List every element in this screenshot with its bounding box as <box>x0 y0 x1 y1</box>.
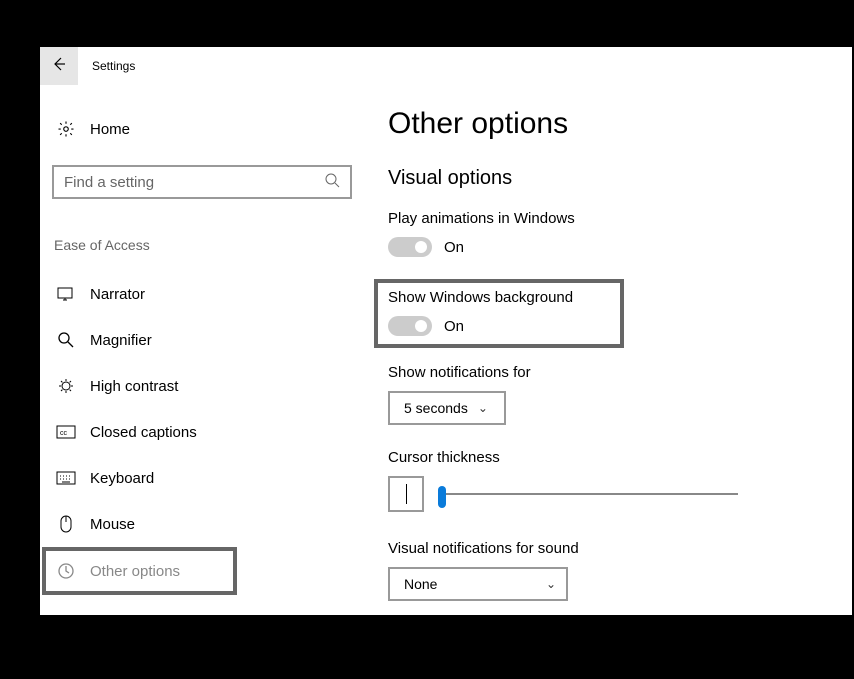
sidebar-item-label: Keyboard <box>90 470 154 487</box>
keyboard-icon <box>56 468 76 488</box>
cc-icon: cc <box>56 422 76 442</box>
mouse-icon <box>56 514 76 534</box>
search-field[interactable] <box>64 174 324 191</box>
sidebar-item-keyboard[interactable]: Keyboard <box>52 455 360 501</box>
sidebar-item-closed-captions[interactable]: cc Closed captions <box>52 409 360 455</box>
notifications-label: Show notifications for <box>388 364 832 381</box>
sidebar: Home Ease of Access Narrator <box>40 85 360 615</box>
chevron-down-icon: ⌄ <box>546 577 556 591</box>
back-button[interactable] <box>40 47 78 85</box>
section-title: Visual options <box>388 167 832 190</box>
category-label: Ease of Access <box>52 237 360 253</box>
sidebar-item-label: Other options <box>90 563 180 580</box>
visual-notifications-select[interactable]: None ⌄ <box>388 567 568 601</box>
play-animations-toggle[interactable] <box>388 237 432 257</box>
visual-notifications-label: Visual notifications for sound <box>388 540 832 557</box>
sidebar-item-high-contrast[interactable]: High contrast <box>52 363 360 409</box>
sidebar-item-label: Magnifier <box>90 332 152 349</box>
chevron-down-icon: ⌄ <box>478 401 488 415</box>
sidebar-item-label: Narrator <box>90 286 145 303</box>
home-label: Home <box>90 121 130 138</box>
back-arrow-icon <box>50 55 68 78</box>
other-options-icon <box>56 561 76 581</box>
search-icon <box>324 172 340 192</box>
show-background-label: Show Windows background <box>388 289 610 306</box>
page-title: Other options <box>388 107 832 141</box>
show-background-state: On <box>444 318 464 335</box>
play-animations-state: On <box>444 239 464 256</box>
sidebar-item-label: Closed captions <box>90 424 197 441</box>
narrator-icon <box>56 284 76 304</box>
sidebar-item-label: Mouse <box>90 516 135 533</box>
magnifier-icon <box>56 330 76 350</box>
sidebar-item-narrator[interactable]: Narrator <box>52 271 360 317</box>
show-background-toggle[interactable] <box>388 316 432 336</box>
svg-text:cc: cc <box>60 430 68 437</box>
cursor-preview <box>388 476 424 512</box>
home-button[interactable]: Home <box>52 119 360 139</box>
main-panel: Other options Visual options Play animat… <box>360 85 852 615</box>
window-title: Settings <box>78 59 135 73</box>
contrast-icon <box>56 376 76 396</box>
play-animations-label: Play animations in Windows <box>388 210 832 227</box>
content-area: Home Ease of Access Narrator <box>40 85 852 615</box>
sidebar-item-label: High contrast <box>90 378 178 395</box>
notifications-value: 5 seconds <box>404 400 468 416</box>
settings-window: Settings Home <box>40 47 852 615</box>
notifications-select[interactable]: 5 seconds ⌄ <box>388 391 506 425</box>
cursor-thickness-label: Cursor thickness <box>388 449 832 466</box>
sidebar-item-magnifier[interactable]: Magnifier <box>52 317 360 363</box>
visual-notifications-value: None <box>404 576 437 592</box>
cursor-thickness-slider[interactable] <box>438 484 738 504</box>
titlebar: Settings <box>40 47 852 85</box>
search-input[interactable] <box>52 165 352 199</box>
sidebar-item-mouse[interactable]: Mouse <box>52 501 360 547</box>
show-background-highlight: Show Windows background On <box>374 279 624 348</box>
gear-icon <box>56 119 76 139</box>
sidebar-item-other-options[interactable]: Other options <box>42 547 237 595</box>
